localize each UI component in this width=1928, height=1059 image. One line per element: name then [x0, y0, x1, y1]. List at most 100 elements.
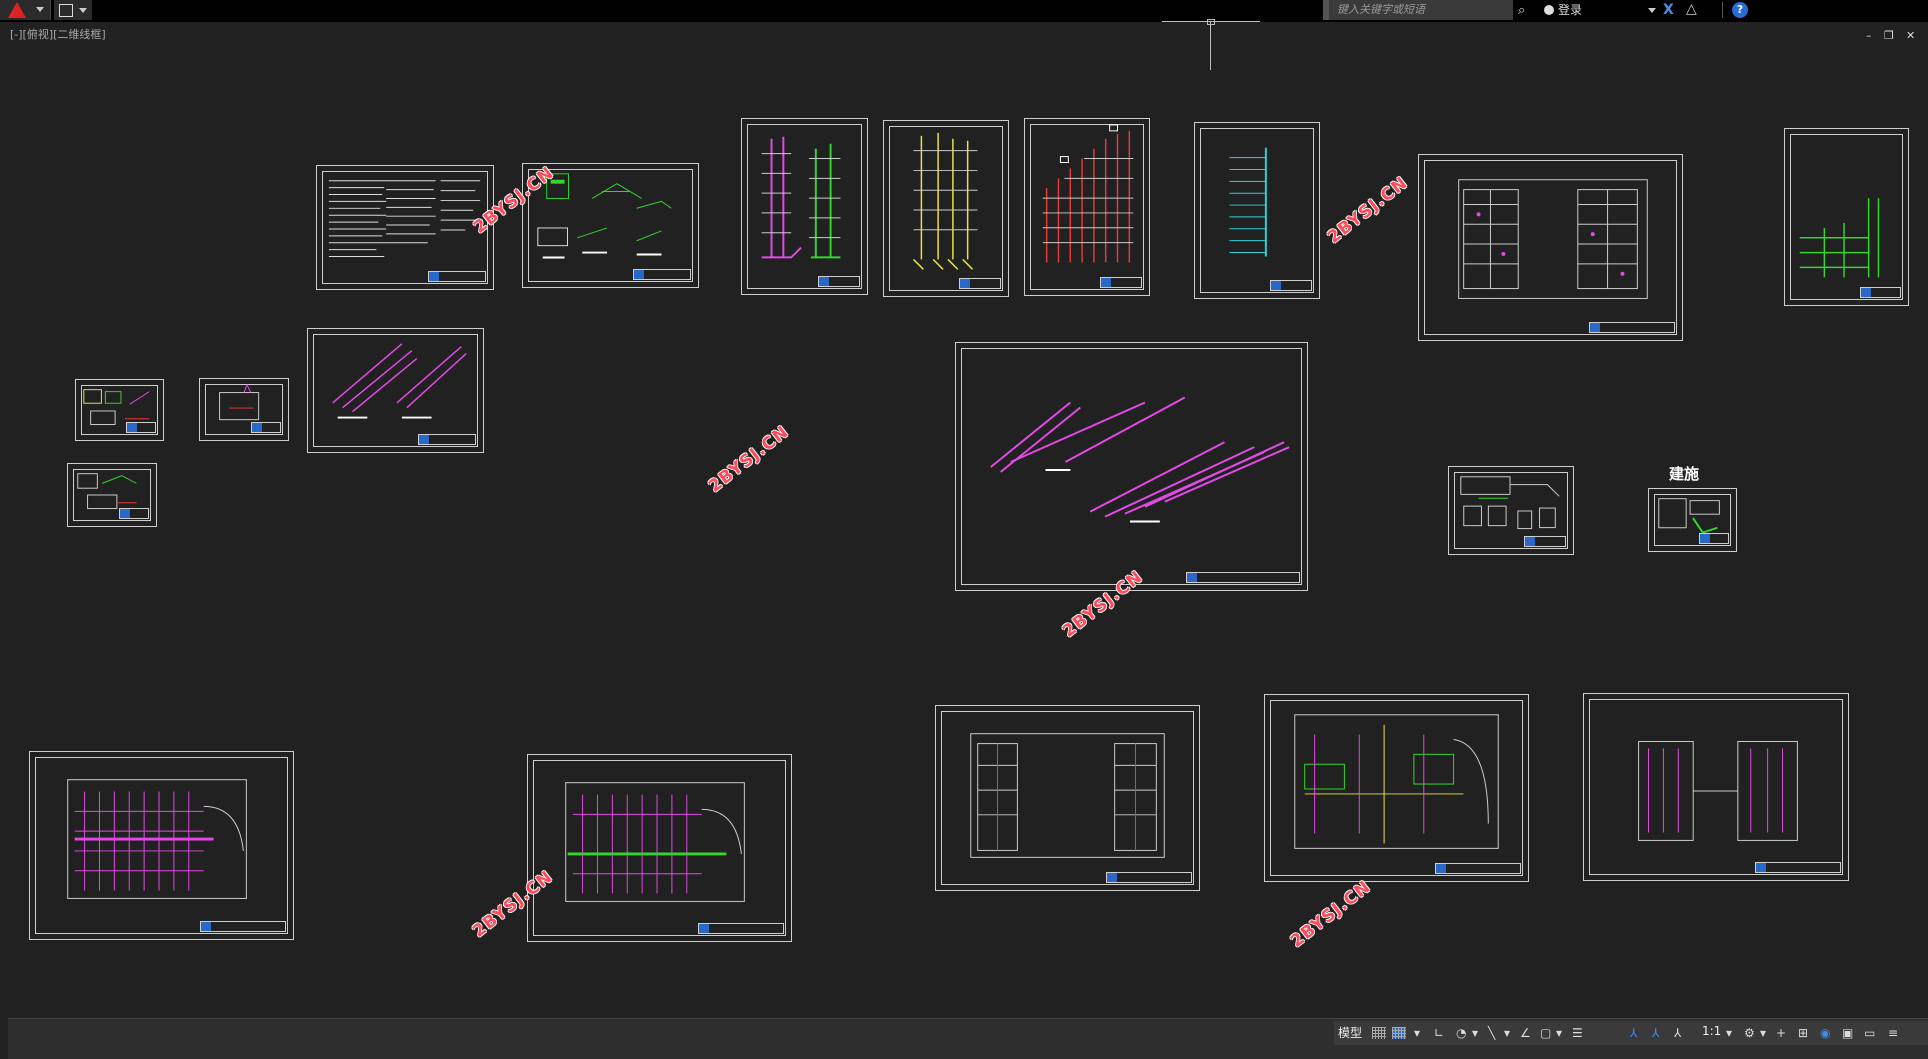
riser-diagram-cyan	[1229, 147, 1267, 257]
chevron-down-icon[interactable]: ▾	[1760, 1024, 1766, 1042]
autocad-logo-icon	[8, 2, 26, 18]
ucs-axis-y	[1210, 21, 1211, 70]
floor-plan-wings	[1638, 740, 1798, 841]
sign-in-button[interactable]: 登录	[1540, 0, 1660, 20]
ucs-origin-icon	[1207, 19, 1215, 25]
title-block	[1859, 287, 1901, 298]
title-block	[427, 271, 486, 282]
application-menu-button[interactable]	[0, 0, 51, 20]
chevron-down-icon[interactable]	[1648, 8, 1656, 13]
grid-icon[interactable]	[1372, 1027, 1386, 1039]
status-bar: 模型 ▾ ∟ ◔ ▾ ╲ ▾ ∠ ▢ ▾ ☰ ⅄ ⅄ ⅄ 1:1 ▾ ⚙ ▾ +…	[1334, 1021, 1928, 1045]
object-snap-icon[interactable]: ▢	[1540, 1024, 1551, 1042]
drawing-sheet[interactable]	[883, 120, 1009, 297]
floor-plan-drawing	[970, 733, 1165, 858]
title-block	[199, 921, 286, 932]
isolate-objects-icon[interactable]: ◉	[1820, 1024, 1830, 1042]
chevron-down-icon[interactable]: ▾	[1726, 1024, 1732, 1042]
search-input[interactable]: 键入关键字或短语	[1323, 0, 1513, 20]
ortho-icon[interactable]: ∟	[1434, 1024, 1444, 1042]
drawing-sheet[interactable]	[1194, 122, 1320, 299]
watermark: 2BYSJ.CN	[1287, 876, 1375, 952]
annotation-scale-value[interactable]: 1:1	[1702, 1024, 1721, 1038]
building-label: 建施	[1669, 465, 1700, 483]
binoculars-icon[interactable]: ⌕	[1518, 3, 1525, 18]
title-block	[633, 269, 691, 280]
watermark: 2BYSJ.CN	[1324, 172, 1412, 248]
hardware-acceleration-icon[interactable]: ▣	[1842, 1024, 1853, 1042]
drawing-sheet[interactable]	[307, 328, 484, 453]
title-block	[1105, 872, 1192, 883]
a360-icon[interactable]: △	[1686, 1, 1697, 17]
drawing-sheet[interactable]	[75, 379, 164, 441]
separator	[1722, 2, 1723, 18]
title-block	[1100, 277, 1142, 288]
lineweight-icon[interactable]: ☰	[1572, 1024, 1583, 1042]
close-icon[interactable]: ✕	[1906, 29, 1915, 42]
user-icon	[1544, 5, 1554, 15]
title-block	[118, 508, 149, 519]
workspace-gear-icon[interactable]: ⚙	[1744, 1024, 1755, 1042]
auto-scale-icon[interactable]: ⅄	[1652, 1024, 1659, 1042]
chevron-down-icon[interactable]: ▾	[1504, 1024, 1510, 1042]
title-block	[697, 923, 784, 934]
annotation-scale-icon[interactable]: ⅄	[1674, 1024, 1681, 1042]
riser-diagram-red	[1042, 124, 1134, 263]
title-block	[1754, 862, 1841, 873]
annotation-monitor-icon[interactable]: +	[1776, 1024, 1786, 1042]
title-block	[250, 422, 281, 433]
riser-diagram-yellow	[913, 132, 978, 270]
watermark: 2BYSJ.CN	[705, 421, 793, 497]
drawing-sheet[interactable]	[199, 378, 289, 441]
title-block	[1270, 280, 1312, 291]
drawing-sheet[interactable]	[1648, 488, 1737, 552]
drawing-sheet[interactable]	[29, 751, 294, 940]
snap-grid-icon[interactable]	[1392, 1027, 1406, 1039]
chevron-down-icon[interactable]: ▾	[1414, 1024, 1420, 1042]
units-icon[interactable]: ⊞	[1798, 1024, 1808, 1042]
chevron-down-icon[interactable]: ▾	[1472, 1024, 1478, 1042]
title-block	[126, 422, 156, 433]
exchange-icon[interactable]: X	[1663, 2, 1674, 18]
customization-menu-icon[interactable]: ≡	[1888, 1024, 1898, 1042]
drawing-sheet[interactable]	[1448, 466, 1574, 555]
chevron-down-icon	[36, 7, 44, 12]
chevron-down-icon[interactable]: ▾	[1556, 1024, 1562, 1042]
annotation-visibility-icon[interactable]: ⅄	[1630, 1024, 1637, 1042]
title-block	[1524, 536, 1566, 547]
drawing-sheet[interactable]	[316, 165, 494, 290]
model-space-button[interactable]: 模型	[1338, 1024, 1362, 1041]
drawing-sheet[interactable]	[955, 342, 1308, 591]
title-block	[1434, 863, 1521, 874]
title-block	[1588, 322, 1675, 333]
title-block	[1699, 533, 1729, 544]
viewport-controls[interactable]: [-][俯视][二维线框]	[10, 26, 106, 42]
object-snap-tracking-icon[interactable]: ∠	[1520, 1024, 1531, 1042]
drawing-sheet[interactable]	[1784, 128, 1909, 306]
isometric-pipe-drawing-large	[990, 396, 1290, 523]
title-block	[1185, 572, 1300, 583]
riser-diagram-green	[1799, 198, 1880, 278]
drawing-sheet[interactable]	[527, 754, 792, 942]
riser-diagram-magenta	[761, 136, 841, 259]
drawing-sheet[interactable]	[67, 463, 157, 527]
clean-screen-icon[interactable]: ▭	[1864, 1024, 1875, 1042]
title-block	[418, 434, 476, 445]
drawing-sheet[interactable]	[1024, 118, 1150, 296]
floor-plan-drawing	[1458, 179, 1648, 299]
polar-tracking-icon[interactable]: ◔	[1456, 1024, 1466, 1042]
drawing-sheet[interactable]	[1264, 694, 1529, 882]
quick-access-save-button[interactable]	[54, 0, 92, 20]
chevron-down-icon	[79, 8, 87, 13]
drawing-sheet[interactable]	[935, 705, 1200, 891]
help-icon[interactable]: ?	[1732, 2, 1748, 18]
title-bar: 键入关键字或短语 ⌕ 登录 X △ ?	[0, 0, 1928, 22]
isodraft-icon[interactable]: ╲	[1488, 1024, 1495, 1042]
drawing-sheet[interactable]	[741, 118, 868, 295]
minimize-icon[interactable]: –	[1866, 29, 1872, 42]
restore-icon[interactable]: ❐	[1884, 29, 1894, 42]
floor-plan-sprinkler-green	[565, 782, 745, 902]
drawing-sheet[interactable]	[1418, 154, 1683, 341]
floor-plan-sprinkler	[67, 779, 247, 899]
drawing-sheet[interactable]	[1583, 693, 1849, 881]
